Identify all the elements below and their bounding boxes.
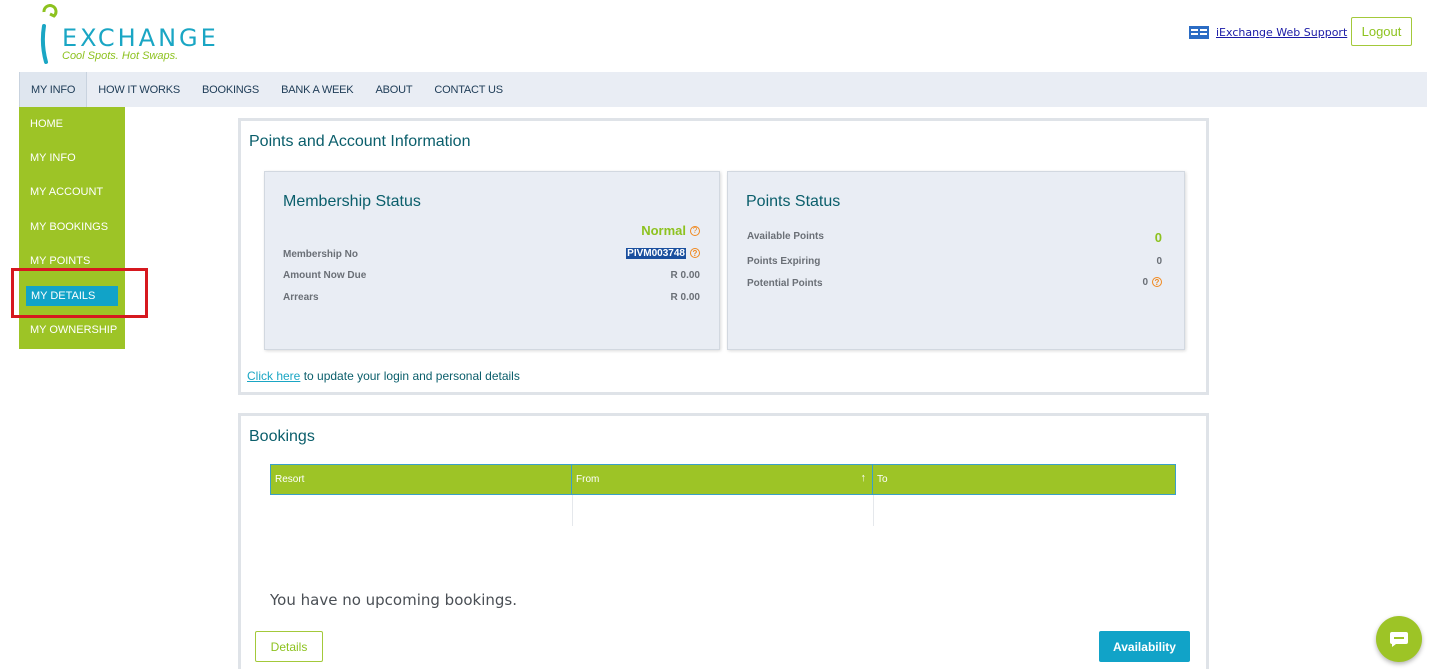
logout-button[interactable]: Logout	[1351, 17, 1412, 46]
bookings-table-header: Resort From ↑ To	[270, 464, 1176, 495]
sort-arrow-icon[interactable]: ↑	[861, 472, 867, 484]
sidebar-item-my-ownership[interactable]: MY OWNERSHIP	[19, 313, 125, 347]
update-details-suffix: to update your login and personal detail…	[300, 369, 520, 383]
amount-due-label: Amount Now Due	[283, 270, 367, 281]
chat-icon	[1390, 632, 1408, 647]
column-header-resort[interactable]: Resort	[271, 465, 572, 494]
points-account-panel: Points and Account Information Membershi…	[238, 118, 1209, 395]
column-header-to[interactable]: To	[873, 465, 1175, 494]
sidebar-item-my-info[interactable]: MY INFO	[19, 141, 125, 175]
points-expiring-label: Points Expiring	[747, 256, 821, 267]
empty-bookings-message: You have no upcoming bookings.	[270, 591, 518, 609]
arrears-value: R 0.00	[670, 292, 700, 303]
membership-no-label: Membership No	[283, 249, 359, 260]
nav-contact-us[interactable]: CONTACT US	[423, 72, 514, 107]
details-button[interactable]: Details	[255, 631, 323, 662]
column-divider	[572, 495, 573, 526]
points-card-title: Points Status	[746, 193, 841, 210]
column-header-from[interactable]: From ↑	[572, 465, 873, 494]
available-points-label: Available Points	[747, 231, 824, 242]
nav-bookings[interactable]: BOOKINGS	[191, 72, 270, 107]
membership-status-value: Normal	[641, 223, 686, 238]
highlight-box	[11, 268, 148, 318]
membership-card-title: Membership Status	[283, 193, 421, 210]
help-icon[interactable]: ?	[690, 248, 700, 259]
bookings-panel-title: Bookings	[249, 428, 315, 445]
top-navigation: MY INFO HOW IT WORKS BOOKINGS BANK A WEE…	[19, 72, 1427, 107]
support-icon	[1189, 26, 1209, 39]
click-here-link[interactable]: Click here	[247, 369, 300, 383]
points-expiring-value: 0	[1156, 256, 1162, 267]
web-support[interactable]: iExchange Web Support	[1188, 24, 1347, 40]
brand-logo[interactable]: EXCHANGE Cool Spots. Hot Swaps.	[34, 4, 216, 64]
help-icon[interactable]: ?	[1152, 277, 1162, 288]
sidebar-item-my-account[interactable]: MY ACCOUNT	[19, 175, 125, 209]
update-details-text: Click here to update your login and pers…	[247, 369, 520, 383]
brand-tagline: Cool Spots. Hot Swaps.	[62, 50, 179, 62]
chat-button[interactable]	[1376, 616, 1422, 662]
membership-status-card: Membership Status Normal? Membership No …	[264, 171, 720, 350]
nav-my-info[interactable]: MY INFO	[19, 72, 88, 107]
page: EXCHANGE Cool Spots. Hot Swaps. iExchang…	[0, 0, 1430, 669]
points-status-card: Points Status Available Points 0 Points …	[727, 171, 1185, 350]
nav-how-it-works[interactable]: HOW IT WORKS	[87, 72, 191, 107]
bookings-panel: Bookings Resort From ↑ To You have no up…	[238, 413, 1209, 669]
availability-button[interactable]: Availability	[1099, 631, 1190, 662]
help-icon[interactable]: ?	[690, 225, 700, 236]
logo-swirl-icon	[40, 4, 58, 64]
potential-points-label: Potential Points	[747, 278, 823, 289]
column-divider	[873, 495, 874, 526]
sidebar-item-home[interactable]: HOME	[19, 107, 125, 141]
brand-name: EXCHANGE	[62, 24, 219, 52]
potential-points-value: 0	[1142, 277, 1148, 288]
membership-no-value: PIVM003748	[626, 248, 686, 259]
available-points-value: 0	[1154, 230, 1162, 245]
column-header-from-label: From	[576, 474, 600, 485]
points-panel-title: Points and Account Information	[249, 133, 471, 150]
arrears-label: Arrears	[283, 292, 319, 303]
nav-about[interactable]: ABOUT	[364, 72, 423, 107]
membership-no-row: PIVM003748?	[626, 248, 700, 259]
potential-points-row: 0?	[1142, 277, 1162, 288]
membership-status: Normal?	[641, 222, 700, 240]
sidebar-item-my-bookings[interactable]: MY BOOKINGS	[19, 210, 125, 244]
nav-bank-a-week[interactable]: BANK A WEEK	[270, 72, 364, 107]
amount-due-value: R 0.00	[670, 270, 700, 281]
support-link[interactable]: iExchange Web Support	[1216, 26, 1347, 39]
